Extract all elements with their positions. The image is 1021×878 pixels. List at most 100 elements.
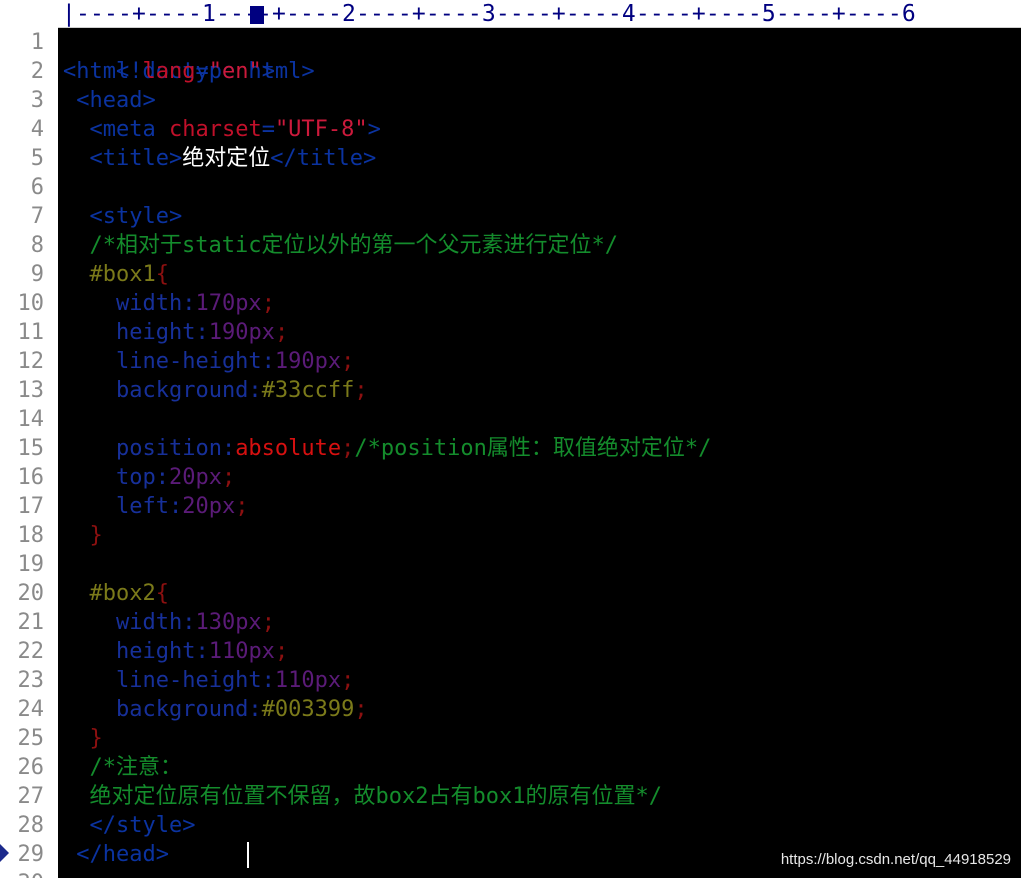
- code-line-22: height:110px;: [63, 637, 288, 666]
- css-value: 110px: [274, 668, 342, 693]
- semicolon: ;: [261, 291, 275, 316]
- ruler-ticks: |----+----1----+----2----+----3----+----…: [62, 1, 916, 27]
- css-property: background:: [63, 697, 262, 722]
- code-line-28: </style>: [63, 811, 195, 840]
- close-brace: }: [63, 523, 103, 548]
- css-property: left:: [63, 494, 183, 519]
- code-line-7: <style>: [63, 202, 182, 231]
- code-line-2: <html lang="en">: [63, 57, 275, 86]
- css-keyword-value: absolute: [235, 436, 342, 461]
- semicolon: ;: [235, 494, 249, 519]
- code-line-4: <meta charset="UTF-8">: [63, 115, 381, 144]
- css-property: top:: [63, 465, 169, 490]
- code-editor[interactable]: <!doctype html> <html lang="en"> <head> …: [58, 28, 1021, 878]
- css-property: position:: [63, 436, 236, 461]
- code-line-23: line-height:110px;: [63, 666, 354, 695]
- title-open-tag: <title>: [63, 146, 183, 171]
- tag-close: >: [367, 117, 381, 142]
- attr-value: "UTF-8": [274, 117, 368, 142]
- gutter-corner: [0, 0, 58, 28]
- head-tag: <head>: [63, 88, 156, 113]
- line-number: 3: [30, 88, 44, 113]
- css-value: 20px: [182, 494, 236, 519]
- line-number-gutter[interactable]: 1 2 3 4 5 6 7 8 9 10 11 12 13 14 15 16 1…: [0, 28, 58, 878]
- html-tag: <html: [63, 59, 143, 84]
- code-line-1: <!doctype html>: [63, 28, 315, 84]
- comment: 绝对定位原有位置不保留，故box2占有box1的原有位置*/: [63, 784, 662, 809]
- attr-value: "en": [208, 59, 262, 84]
- line-number: 25: [17, 726, 45, 751]
- css-property: width:: [63, 610, 196, 635]
- line-number: 15: [17, 436, 45, 461]
- semicolon: ;: [261, 610, 275, 635]
- tag-close: >: [261, 59, 275, 84]
- css-value: 170px: [195, 291, 262, 316]
- attr-equals: =: [195, 59, 209, 84]
- attr-equals: =: [261, 117, 275, 142]
- css-selector: #box1: [63, 262, 156, 287]
- line-number: 7: [30, 204, 44, 229]
- code-line-9: #box1{: [63, 260, 169, 289]
- css-property: width:: [63, 291, 196, 316]
- line-number: 28: [17, 813, 45, 838]
- code-line-27: 绝对定位原有位置不保留，故box2占有box1的原有位置*/: [63, 782, 662, 811]
- code-line-5: <title>绝对定位</title>: [63, 144, 376, 173]
- code-line-20: #box2{: [63, 579, 168, 608]
- comment: /*position属性：取值绝对定位*/: [354, 436, 712, 461]
- code-line-26: /*注意：: [63, 753, 182, 782]
- code-line-24: background:#003399;: [63, 695, 368, 724]
- attr-name: lang: [142, 59, 196, 84]
- code-line-13: background:#33ccff;: [63, 376, 368, 405]
- line-number: 19: [17, 552, 45, 577]
- line-number: 14: [17, 407, 45, 432]
- meta-tag: <meta: [63, 117, 169, 142]
- semicolon: ;: [341, 668, 355, 693]
- css-color-value: #33ccff: [261, 378, 355, 403]
- css-value: 190px: [274, 349, 342, 374]
- semicolon: ;: [354, 378, 368, 403]
- css-property: height:: [63, 320, 209, 345]
- css-value: 190px: [208, 320, 275, 345]
- comment: /*相对于static定位以外的第一个父元素进行定位*/: [63, 233, 618, 258]
- line-number: 5: [30, 146, 44, 171]
- semicolon: ;: [274, 320, 289, 345]
- css-selector: #box2: [63, 581, 156, 606]
- line-number: 11: [17, 320, 45, 345]
- code-line-11: height:190px;: [63, 318, 288, 347]
- open-brace: {: [155, 262, 169, 287]
- ruler-cursor-marker: [250, 6, 264, 24]
- code-line-21: width:130px;: [63, 608, 275, 637]
- line-number: 6: [30, 175, 44, 200]
- semicolon: ;: [221, 465, 236, 490]
- attr-name: charset: [168, 117, 262, 142]
- css-value: 130px: [195, 610, 262, 635]
- code-line-15: position:absolute;/*position属性：取值绝对定位*/: [63, 434, 711, 463]
- line-number: 13: [17, 378, 45, 403]
- line-number: 22: [17, 639, 45, 664]
- line-number: 26: [17, 755, 45, 780]
- line-number: 17: [17, 494, 45, 519]
- line-number: 9: [30, 262, 44, 287]
- semicolon: ;: [354, 697, 368, 722]
- semicolon: ;: [341, 349, 355, 374]
- close-brace: }: [63, 726, 103, 751]
- title-text: 绝对定位: [182, 146, 271, 171]
- code-line-3: <head>: [63, 86, 156, 115]
- code-line-12: line-height:190px;: [63, 347, 354, 376]
- code-line-8: /*相对于static定位以外的第一个父元素进行定位*/: [63, 231, 618, 260]
- line-number: 12: [17, 349, 45, 374]
- semicolon: ;: [274, 639, 289, 664]
- code-line-17: left:20px;: [63, 492, 248, 521]
- line-number: 20: [17, 581, 45, 606]
- code-line-10: width:170px;: [63, 289, 275, 318]
- code-line-29: </head>: [63, 840, 169, 869]
- current-line-arrow-icon: [0, 844, 9, 862]
- watermark-url: https://blog.csdn.net/qq_44918529: [780, 851, 1011, 868]
- line-number: 2: [30, 59, 44, 84]
- css-property: height:: [63, 639, 209, 664]
- head-close-tag: </head>: [63, 842, 169, 867]
- code-line-16: top:20px;: [63, 463, 235, 492]
- line-number: 10: [17, 291, 45, 316]
- line-number: 16: [17, 465, 45, 490]
- css-value: 20px: [168, 465, 222, 490]
